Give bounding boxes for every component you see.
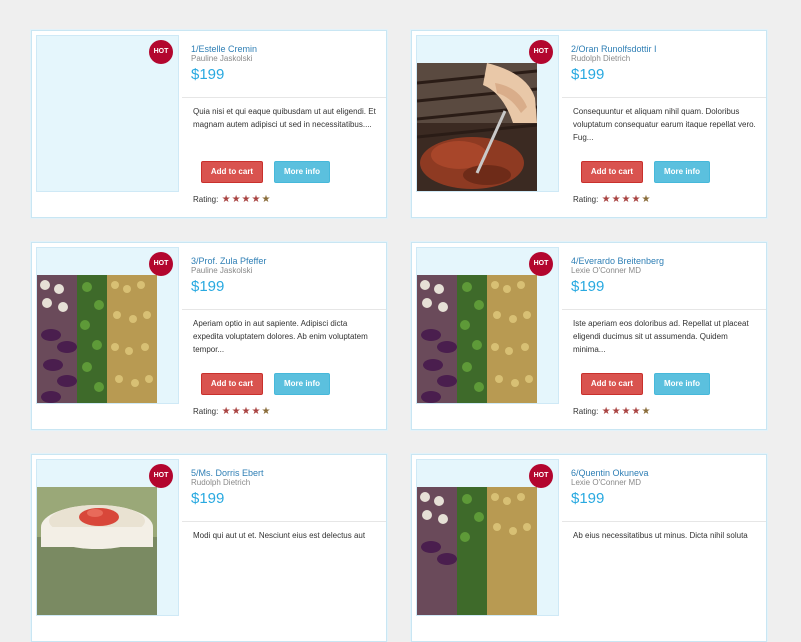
divider: [182, 97, 386, 98]
star-icon: ★: [621, 194, 631, 205]
product-title[interactable]: 4/Everardo Breitenberg: [571, 256, 664, 266]
star-icon: ★: [261, 406, 271, 417]
more-info-button[interactable]: More info: [654, 373, 710, 395]
hot-badge: HOT: [529, 40, 553, 64]
rating: Rating: ★★★★★: [193, 194, 270, 205]
star-icon: ★: [641, 194, 651, 205]
star-icon: ★: [601, 406, 611, 417]
rating: Rating: ★★★★★: [573, 194, 650, 205]
product-price: $199: [571, 66, 605, 83]
product-price: $199: [191, 278, 225, 295]
product-title[interactable]: 5/Ms. Dorris Ebert: [191, 468, 264, 478]
product-title[interactable]: 6/Quentin Okuneva: [571, 468, 649, 478]
star-icon: ★: [221, 406, 231, 417]
product-card: HOT 1/Estelle Cremin Pauline Jaskolski $…: [31, 30, 387, 218]
product-author: Rudolph Dietrich: [571, 54, 631, 63]
product-card: HOT 6/Quentin Okuneva Lexie O'Conner MD …: [411, 454, 767, 642]
product-title[interactable]: 2/Oran Runolfsdottir I: [571, 44, 657, 54]
more-info-button[interactable]: More info: [654, 161, 710, 183]
star-icon: ★: [631, 406, 641, 417]
star-icon: ★: [221, 194, 231, 205]
add-to-cart-button[interactable]: Add to cart: [201, 161, 263, 183]
product-image: [417, 275, 537, 403]
hot-badge: HOT: [149, 252, 173, 276]
star-icon: ★: [251, 194, 261, 205]
star-icon: ★: [241, 406, 251, 417]
divider: [562, 521, 766, 522]
rating-label: Rating:: [573, 407, 599, 416]
product-title[interactable]: 1/Estelle Cremin: [191, 44, 257, 54]
add-to-cart-button[interactable]: Add to cart: [581, 373, 643, 395]
rating: Rating: ★★★★★: [573, 406, 650, 417]
product-description: Aperiam optio in aut sapiente. Adipisci …: [193, 319, 368, 354]
product-card: HOT 2/Oran Runolfsdottir I Rudolph Dietr…: [411, 30, 767, 218]
product-image: [37, 275, 157, 403]
product-price: $199: [571, 490, 605, 507]
hot-badge: HOT: [529, 464, 553, 488]
add-to-cart-button[interactable]: Add to cart: [581, 161, 643, 183]
product-author: Lexie O'Conner MD: [571, 478, 641, 487]
product-author: Rudolph Dietrich: [191, 478, 251, 487]
rating-label: Rating:: [573, 195, 599, 204]
product-price: $199: [191, 66, 225, 83]
divider: [562, 97, 766, 98]
product-description: Consequuntur et aliquam nihil quam. Dolo…: [573, 107, 756, 142]
product-image: [417, 63, 537, 191]
divider: [182, 521, 386, 522]
star-icon: ★: [611, 406, 621, 417]
product-price: $199: [571, 278, 605, 295]
product-description: Modi qui aut ut et. Nesciunt eius est de…: [193, 531, 366, 540]
product-image: [417, 487, 537, 615]
product-image: [37, 487, 157, 615]
rating: Rating: ★★★★★: [193, 406, 270, 417]
product-author: Pauline Jaskolski: [191, 266, 253, 275]
product-author: Pauline Jaskolski: [191, 54, 253, 63]
product-price: $199: [191, 490, 225, 507]
star-icon: ★: [621, 406, 631, 417]
star-icon: ★: [631, 194, 641, 205]
product-card: HOT 4/Everardo Breitenberg Lexie O'Conne…: [411, 242, 767, 430]
add-to-cart-button[interactable]: Add to cart: [201, 373, 263, 395]
product-author: Lexie O'Conner MD: [571, 266, 641, 275]
rating-label: Rating:: [193, 195, 219, 204]
star-icon: ★: [611, 194, 621, 205]
product-description: Iste aperiam eos doloribus ad. Repellat …: [573, 319, 749, 354]
divider: [562, 309, 766, 310]
product-description: Ab eius necessitatibus ut minus. Dicta n…: [573, 531, 748, 540]
star-icon: ★: [241, 194, 251, 205]
more-info-button[interactable]: More info: [274, 373, 330, 395]
star-icon: ★: [601, 194, 611, 205]
hot-badge: HOT: [149, 40, 173, 64]
rating-label: Rating:: [193, 407, 219, 416]
hot-badge: HOT: [529, 252, 553, 276]
product-card: HOT 5/Ms. Dorris Ebert Rudolph Dietrich …: [31, 454, 387, 642]
star-icon: ★: [641, 406, 651, 417]
more-info-button[interactable]: More info: [274, 161, 330, 183]
divider: [182, 309, 386, 310]
star-icon: ★: [251, 406, 261, 417]
star-icon: ★: [231, 406, 241, 417]
product-card: HOT 3/Prof. Zula Pfeffer Pauline Jaskols…: [31, 242, 387, 430]
product-description: Quia nisi et qui eaque quibusdam ut aut …: [193, 107, 376, 129]
star-icon: ★: [231, 194, 241, 205]
product-title[interactable]: 3/Prof. Zula Pfeffer: [191, 256, 266, 266]
hot-badge: HOT: [149, 464, 173, 488]
star-icon: ★: [261, 194, 271, 205]
